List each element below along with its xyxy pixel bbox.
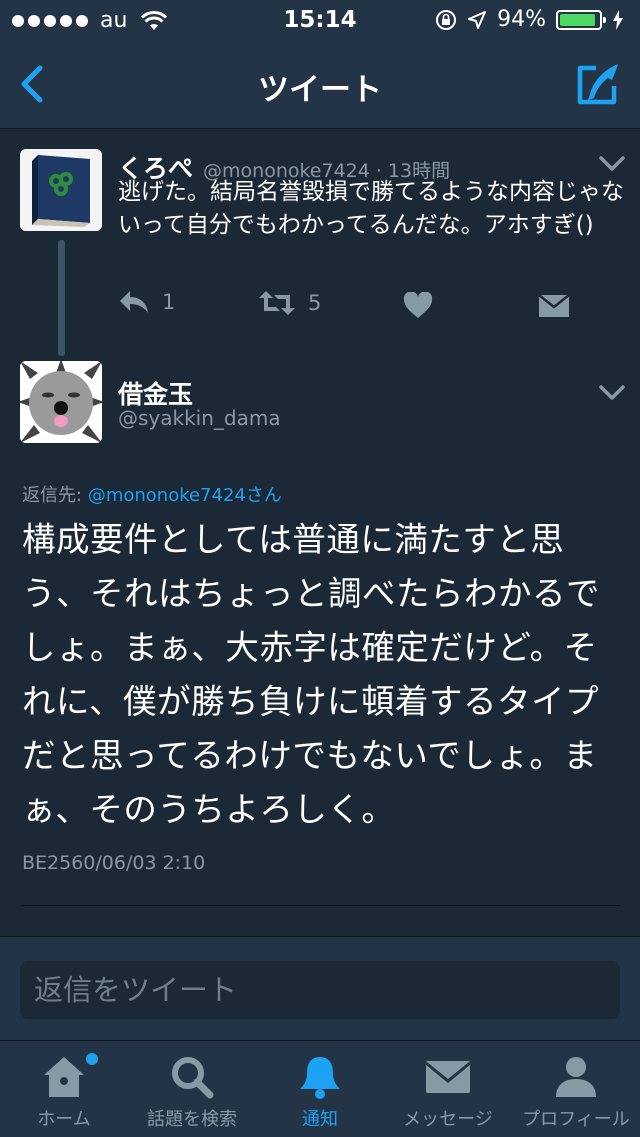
replying-to-handle-link[interactable]: @mononoke7424さん [88, 485, 282, 506]
reply-composer [0, 936, 640, 1041]
tab-home[interactable]: ホーム [0, 1041, 128, 1137]
replying-to: 返信先: @mononoke7424さん [22, 481, 282, 507]
navigation-bar: ツイート [0, 40, 640, 129]
tab-bar: ホーム 話題を検索 通知 メッセージ プロフィール [0, 1040, 640, 1137]
battery-percent: 94% [497, 7, 546, 32]
retweet-count: 5 [308, 291, 322, 315]
profile-icon [556, 1057, 596, 1097]
retweet-icon [259, 291, 295, 315]
chevron-down-icon[interactable] [598, 383, 626, 403]
thread-connector-line [58, 240, 65, 356]
book-avatar-image [20, 149, 102, 231]
tweet-timestamp: BE2560/06/03 2:10 [22, 852, 206, 874]
retweet-action[interactable]: 5 [258, 289, 321, 317]
main-tweet-text: 構成要件としては普通に満たすと思う、それはちょっと調べたらわかるでしょ。まぁ、大… [22, 520, 600, 829]
parent-tweet-avatar[interactable] [20, 149, 102, 231]
charging-bolt-icon [613, 9, 623, 30]
like-heart-icon[interactable] [403, 292, 433, 319]
envelope-icon [425, 1061, 471, 1093]
reply-action[interactable]: 1 [118, 289, 175, 315]
reply-count: 1 [162, 290, 176, 314]
main-tweet-avatar[interactable] [20, 361, 102, 443]
divider [22, 905, 620, 906]
reply-input[interactable] [20, 961, 620, 1019]
search-icon [172, 1057, 214, 1099]
home-notification-dot [86, 1053, 98, 1065]
replying-to-label: 返信先: [22, 485, 83, 506]
tab-profile[interactable]: プロフィール [512, 1041, 640, 1137]
spiky-ball-avatar-image [20, 361, 102, 443]
battery-fill [560, 13, 596, 26]
chevron-down-icon[interactable] [598, 154, 626, 174]
location-arrow-icon [468, 10, 487, 29]
compose-tweet-icon[interactable] [574, 60, 622, 108]
direct-message-icon[interactable] [538, 292, 570, 318]
tab-search[interactable]: 話題を検索 [128, 1041, 256, 1137]
tweet-detail: くろぺ @mononoke7424 · 13時間 逃げた。結局名誉毀損で勝てるよ… [0, 129, 640, 936]
tab-label: メッセージ [403, 1109, 493, 1130]
tab-label: プロフィール [522, 1109, 630, 1130]
tab-notifications[interactable]: 通知 [256, 1041, 384, 1137]
reply-icon [120, 291, 148, 313]
battery-icon [556, 9, 606, 30]
author-handle[interactable]: @syakkin_dama [118, 406, 281, 430]
home-icon [44, 1057, 84, 1097]
status-right: 94% [435, 7, 624, 32]
bell-icon [300, 1057, 340, 1099]
status-bar: au 15:14 94% [0, 0, 640, 40]
rotation-lock-icon [436, 9, 457, 30]
parent-tweet-text: 逃げた。結局名誉毀損で勝てるような内容じゃないって自分でもわかってるんだな。アホ… [118, 179, 624, 238]
tab-label: 通知 [302, 1109, 338, 1130]
page-title: ツイート [258, 72, 382, 108]
tab-label: 話題を検索 [147, 1109, 237, 1130]
tab-messages[interactable]: メッセージ [384, 1041, 512, 1137]
